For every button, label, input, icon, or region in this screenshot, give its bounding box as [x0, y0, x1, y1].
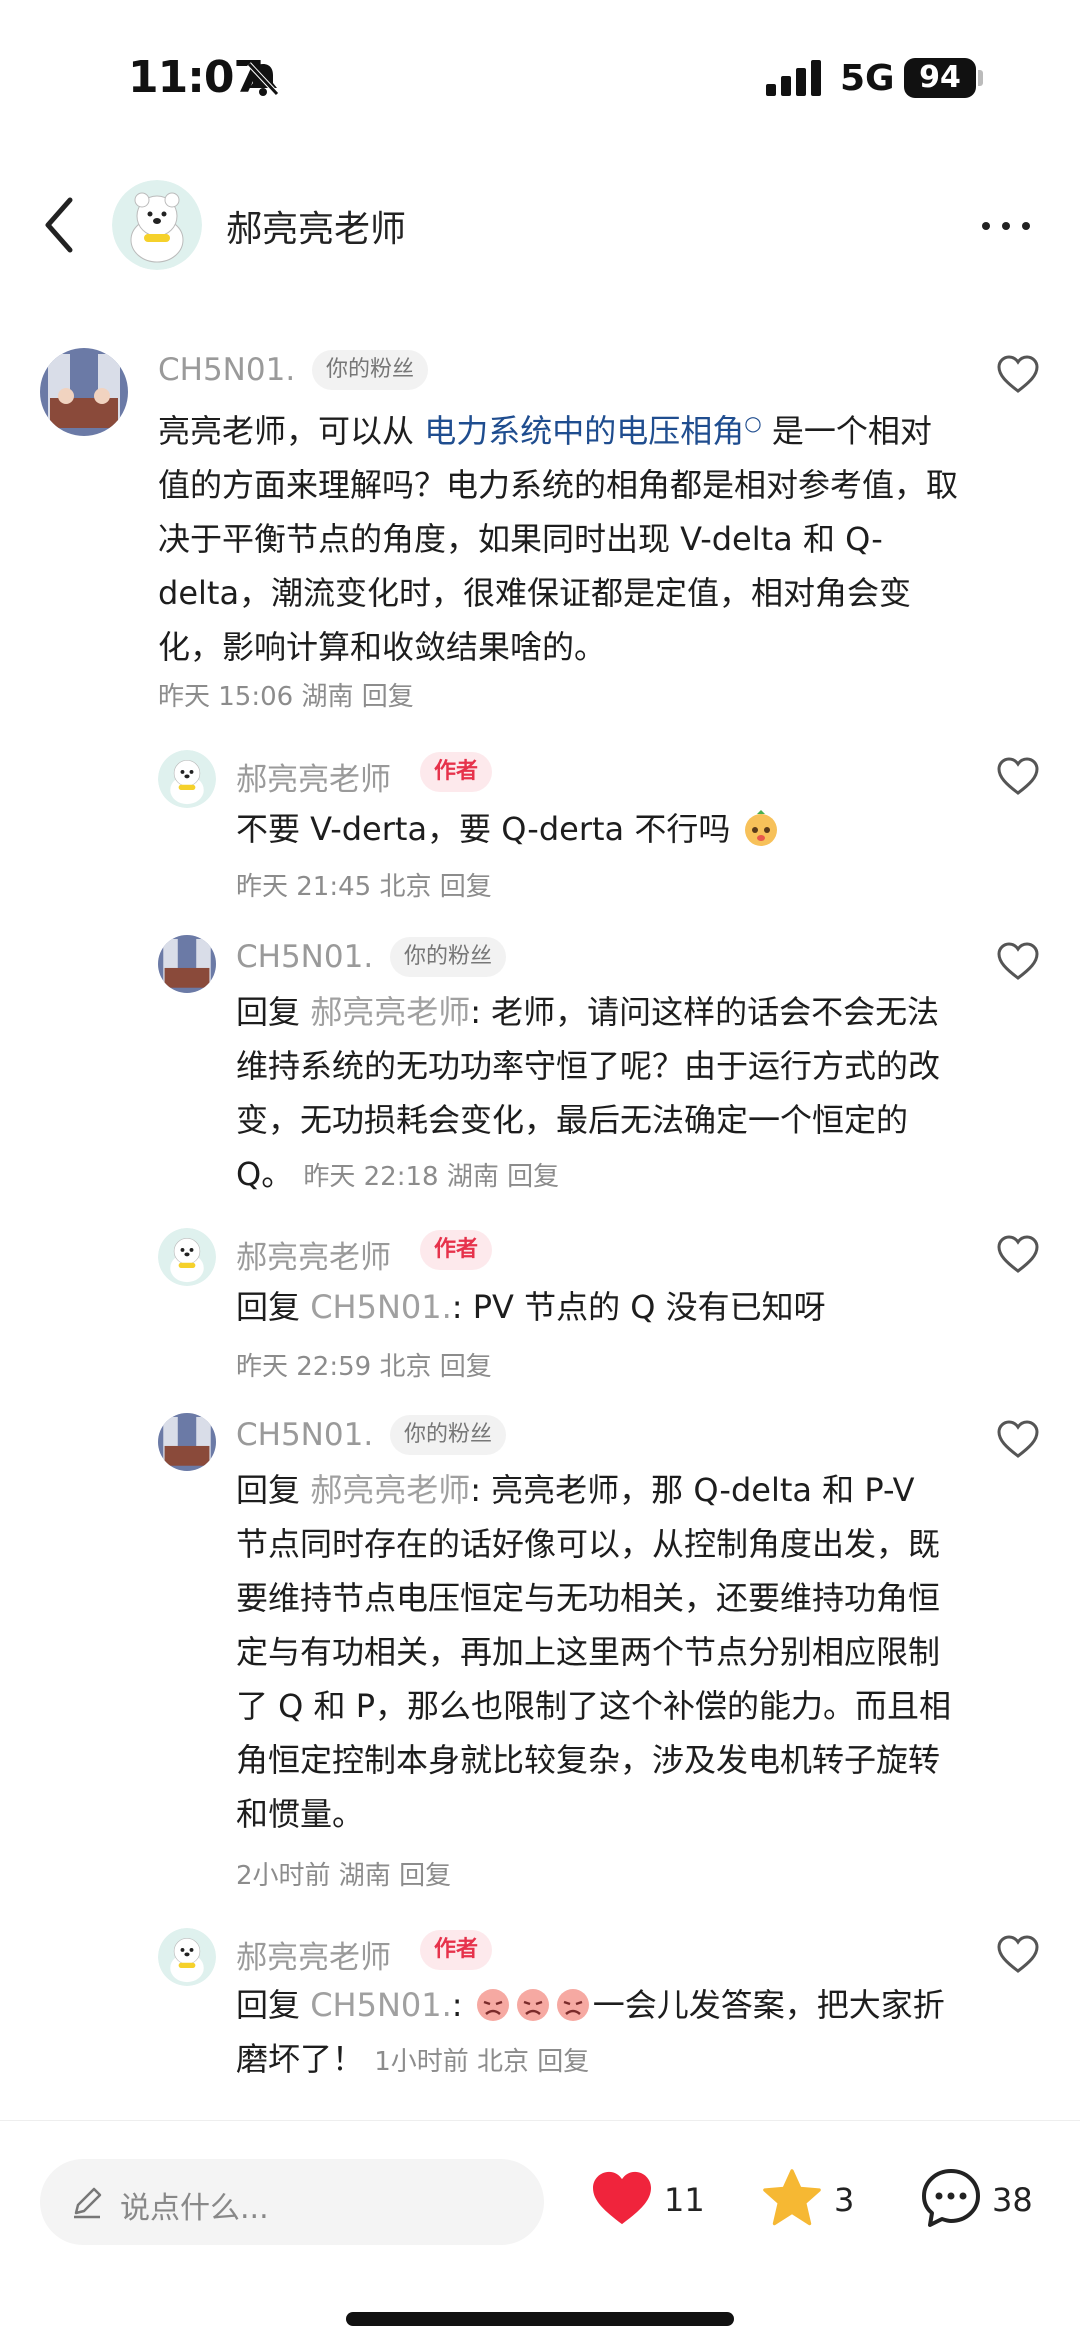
- home-indicator: [346, 2312, 734, 2326]
- reply-to-name[interactable]: CH5N01.: [310, 1288, 452, 1326]
- like-heart-icon[interactable]: [996, 1934, 1040, 1974]
- battery-icon: 94: [904, 58, 976, 98]
- more-options-icon[interactable]: [976, 206, 1036, 246]
- reply-item: CH5N01. 你的粉丝 回复 郝亮亮老师: 亮亮老师，那 Q-delta 和 …: [0, 1413, 1080, 1893]
- comment-text: 亮亮老师，可以从 电力系统中的电压相角○ 是一个相对值的方面来理解吗？电力系统的…: [158, 396, 958, 674]
- like-count: 11: [664, 2181, 705, 2219]
- status-bar: 11:07 5G 94: [0, 0, 1080, 150]
- commenter-name[interactable]: 郝亮亮老师: [236, 1932, 391, 1977]
- reply-text: 不要 V-derta，要 Q-derta 不行吗: [236, 802, 956, 856]
- author-badge: 作者: [420, 1930, 493, 1970]
- reply-text-content: : PV 节点的 Q 没有已知呀: [451, 1288, 826, 1326]
- reply-text: 回复 CH5N01.: PV 节点的 Q 没有已知呀: [236, 1280, 956, 1334]
- reply-prefix: 回复: [236, 1471, 311, 1509]
- crying-emoji-icon: [476, 1989, 509, 2021]
- header: 郝亮亮老师: [0, 170, 1080, 280]
- reply-to-name[interactable]: 郝亮亮老师: [310, 1471, 470, 1509]
- reply-text: 回复 郝亮亮老师: 亮亮老师，那 Q-delta 和 P-V 节点同时存在的话好…: [236, 1463, 956, 1841]
- like-heart-icon[interactable]: [996, 941, 1040, 981]
- author-avatar[interactable]: [158, 750, 216, 808]
- comment-item: CH5N01. 你的粉丝 亮亮老师，可以从 电力系统中的电压相角○ 是一个相对值…: [0, 340, 1080, 720]
- author-avatar[interactable]: [112, 180, 202, 270]
- fan-badge: 你的粉丝: [390, 1415, 507, 1455]
- comments-button[interactable]: 38: [918, 2165, 1058, 2235]
- reply-prefix: 回复: [236, 1288, 311, 1326]
- comment-bubble-icon: [922, 2169, 980, 2227]
- crying-emoji-icon: [516, 1989, 549, 2021]
- reply-text: 回复 郝亮亮老师: 老师，请问这样的话会不会无法维持系统的无功功率守恒了呢？由于…: [236, 985, 956, 1204]
- reply-text-content: : 亮亮老师，那 Q-delta 和 P-V 节点同时存在的话好像可以，从控制角…: [236, 1471, 952, 1833]
- star-filled-icon: [763, 2169, 821, 2226]
- comment-meta[interactable]: 昨天 15:06 湖南 回复: [158, 676, 414, 713]
- reply-prefix: 回复: [236, 993, 311, 1031]
- reply-text-content: 不要 V-derta，要 Q-derta 不行吗: [236, 810, 731, 848]
- commenter-name[interactable]: 郝亮亮老师: [236, 754, 391, 799]
- like-heart-icon[interactable]: [996, 1419, 1040, 1459]
- comment-text-start: 亮亮老师，可以从: [158, 412, 425, 450]
- like-heart-icon[interactable]: [996, 1234, 1040, 1274]
- commenter-name[interactable]: CH5N01.: [236, 939, 373, 975]
- signal-icon: [766, 60, 821, 96]
- fan-badge: 你的粉丝: [312, 350, 429, 390]
- reply-meta[interactable]: 昨天 22:18 湖南 回复: [303, 1162, 559, 1192]
- reply-prefix: 回复: [236, 1986, 311, 2024]
- reply-item: 郝亮亮老师 作者 不要 V-derta，要 Q-derta 不行吗 昨天 21:…: [0, 750, 1080, 910]
- reply-to-name[interactable]: CH5N01.: [310, 1986, 452, 2024]
- fan-badge: 你的粉丝: [390, 937, 507, 977]
- reply-item: 郝亮亮老师 作者 回复 CH5N01.: 一会儿发答案，把大家折磨坏了！ 1小时…: [0, 1928, 1080, 2098]
- crying-emoji-icon: [556, 1989, 589, 2021]
- author-badge: 作者: [420, 1230, 493, 1270]
- page-title: 郝亮亮老师: [226, 209, 407, 250]
- commenter-name[interactable]: CH5N01.: [158, 352, 295, 388]
- reply-meta[interactable]: 2小时前 湖南 回复: [236, 1855, 451, 1892]
- favorite-count: 3: [834, 2181, 855, 2219]
- reply-text: 回复 CH5N01.: 一会儿发答案，把大家折磨坏了！ 1小时前 北京 回复: [236, 1978, 956, 2089]
- reply-to-name[interactable]: 郝亮亮老师: [310, 993, 470, 1031]
- reply-meta[interactable]: 昨天 22:59 北京 回复: [236, 1346, 492, 1383]
- commenter-name[interactable]: 郝亮亮老师: [236, 1232, 391, 1277]
- reply-meta[interactable]: 1小时前 北京 回复: [374, 2047, 589, 2077]
- reply-item: 郝亮亮老师 作者 回复 CH5N01.: PV 节点的 Q 没有已知呀 昨天 2…: [0, 1228, 1080, 1388]
- reply-colon: :: [451, 1986, 473, 2024]
- comment-text-end: 是一个相对值的方面来理解吗？电力系统的相角都是相对参考值，取决于平衡节点的角度，…: [158, 412, 959, 666]
- battery-tip: [978, 70, 983, 86]
- author-badge: 作者: [420, 752, 493, 792]
- commenter-name[interactable]: CH5N01.: [236, 1417, 373, 1453]
- pencil-icon: [74, 2187, 102, 2219]
- search-link-icon[interactable]: ○: [744, 411, 761, 435]
- status-time: 11:07: [128, 52, 264, 103]
- bottom-action-bar: 说点什么... 11 3 38: [0, 2120, 1080, 2280]
- comment-input-placeholder: 说点什么...: [120, 2191, 269, 2226]
- like-heart-filled-icon: [593, 2171, 651, 2225]
- favorite-button[interactable]: 3: [760, 2165, 880, 2235]
- network-type: 5G: [840, 58, 895, 99]
- reply-item: CH5N01. 你的粉丝 回复 郝亮亮老师: 老师，请问这样的话会不会无法维持系…: [0, 935, 1080, 1195]
- emoji-icon: [744, 810, 777, 846]
- comment-count: 38: [992, 2181, 1033, 2219]
- like-button[interactable]: 11: [590, 2165, 710, 2235]
- author-avatar[interactable]: [158, 1228, 216, 1286]
- reply-meta[interactable]: 昨天 21:45 北京 回复: [236, 866, 492, 903]
- back-button[interactable]: [36, 192, 86, 258]
- bell-muted-icon: [247, 62, 279, 96]
- search-link[interactable]: 电力系统中的电压相角: [424, 412, 744, 450]
- author-avatar[interactable]: [158, 1928, 216, 1986]
- user-avatar[interactable]: [158, 1413, 216, 1471]
- like-heart-icon[interactable]: [996, 756, 1040, 796]
- user-avatar[interactable]: [40, 348, 128, 436]
- like-heart-icon[interactable]: [996, 354, 1040, 394]
- comment-input[interactable]: 说点什么...: [40, 2159, 544, 2245]
- user-avatar[interactable]: [158, 935, 216, 993]
